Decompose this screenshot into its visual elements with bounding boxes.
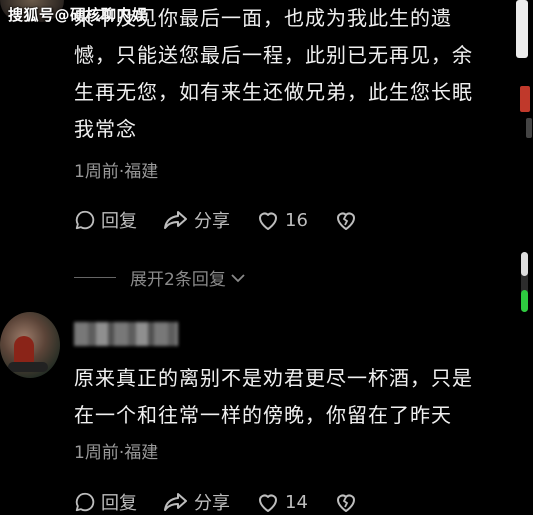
comment-line: 生再无您，如有来生还做兄弟，此生您长眠 — [74, 80, 473, 104]
share-label: 分享 — [194, 211, 230, 232]
comment-line: 我常念 — [74, 117, 137, 141]
comment-line: 来不及见你最后一面，也成为我此生的遗 — [74, 6, 452, 30]
like-count: 16 — [285, 209, 308, 231]
side-badge — [520, 86, 530, 112]
share-label: 分享 — [194, 493, 230, 514]
broken-heart-icon — [336, 212, 355, 230]
avatar[interactable] — [0, 312, 60, 378]
reply-button[interactable]: 回复 — [74, 207, 137, 233]
side-panel-edge — [516, 0, 528, 58]
comment-line: 在一个和往常一样的傍晚，你留在了昨天 — [74, 403, 452, 427]
reply-label: 回复 — [101, 493, 137, 514]
avatar-bike — [8, 362, 48, 372]
share-arrow-icon — [164, 211, 187, 229]
expand-label: 展开2条回复 — [130, 270, 226, 290]
comment-bubble-icon — [75, 210, 95, 230]
dislike-button[interactable] — [334, 491, 363, 513]
scrollbar-track-top — [521, 252, 528, 276]
expand-replies-button[interactable]: 展开2条回复 — [74, 265, 246, 290]
chevron-down-icon — [231, 273, 245, 282]
side-marker — [526, 118, 532, 138]
divider-line — [74, 277, 116, 278]
reply-label: 回复 — [101, 211, 137, 232]
comment-actions: 回复 分享 16 — [74, 207, 389, 233]
comment-actions: 回复 分享 14 — [74, 489, 389, 515]
broken-heart-icon — [336, 494, 355, 512]
heart-icon — [259, 212, 277, 230]
comment-text: 来不及见你最后一面，也成为我此生的遗 憾，只能送您最后一程，此别已无再见，余 生… — [74, 0, 504, 148]
scrollbar-thumb[interactable] — [521, 290, 528, 312]
comment-bubble-icon — [75, 492, 95, 512]
comment-meta: 1周前·福建 — [74, 443, 159, 463]
scrollbar[interactable] — [521, 252, 528, 312]
username-redacted[interactable] — [74, 322, 178, 346]
share-arrow-icon — [164, 493, 187, 511]
like-count: 14 — [285, 491, 308, 513]
comment-line: 憾，只能送您最后一程，此别已无再见，余 — [74, 43, 473, 67]
like-button[interactable]: 16 — [256, 209, 308, 231]
comment-meta: 1周前·福建 — [74, 162, 159, 182]
reply-button[interactable]: 回复 — [74, 489, 137, 515]
like-button[interactable]: 14 — [256, 491, 308, 513]
dislike-button[interactable] — [334, 209, 363, 231]
share-button[interactable]: 分享 — [163, 207, 230, 233]
comment-text: 原来真正的离别不是劝君更尽一杯酒，只是 在一个和往常一样的傍晚，你留在了昨天 — [74, 360, 504, 434]
heart-icon — [259, 494, 277, 512]
comment-line: 原来真正的离别不是劝君更尽一杯酒，只是 — [74, 366, 473, 390]
share-button[interactable]: 分享 — [163, 489, 230, 515]
